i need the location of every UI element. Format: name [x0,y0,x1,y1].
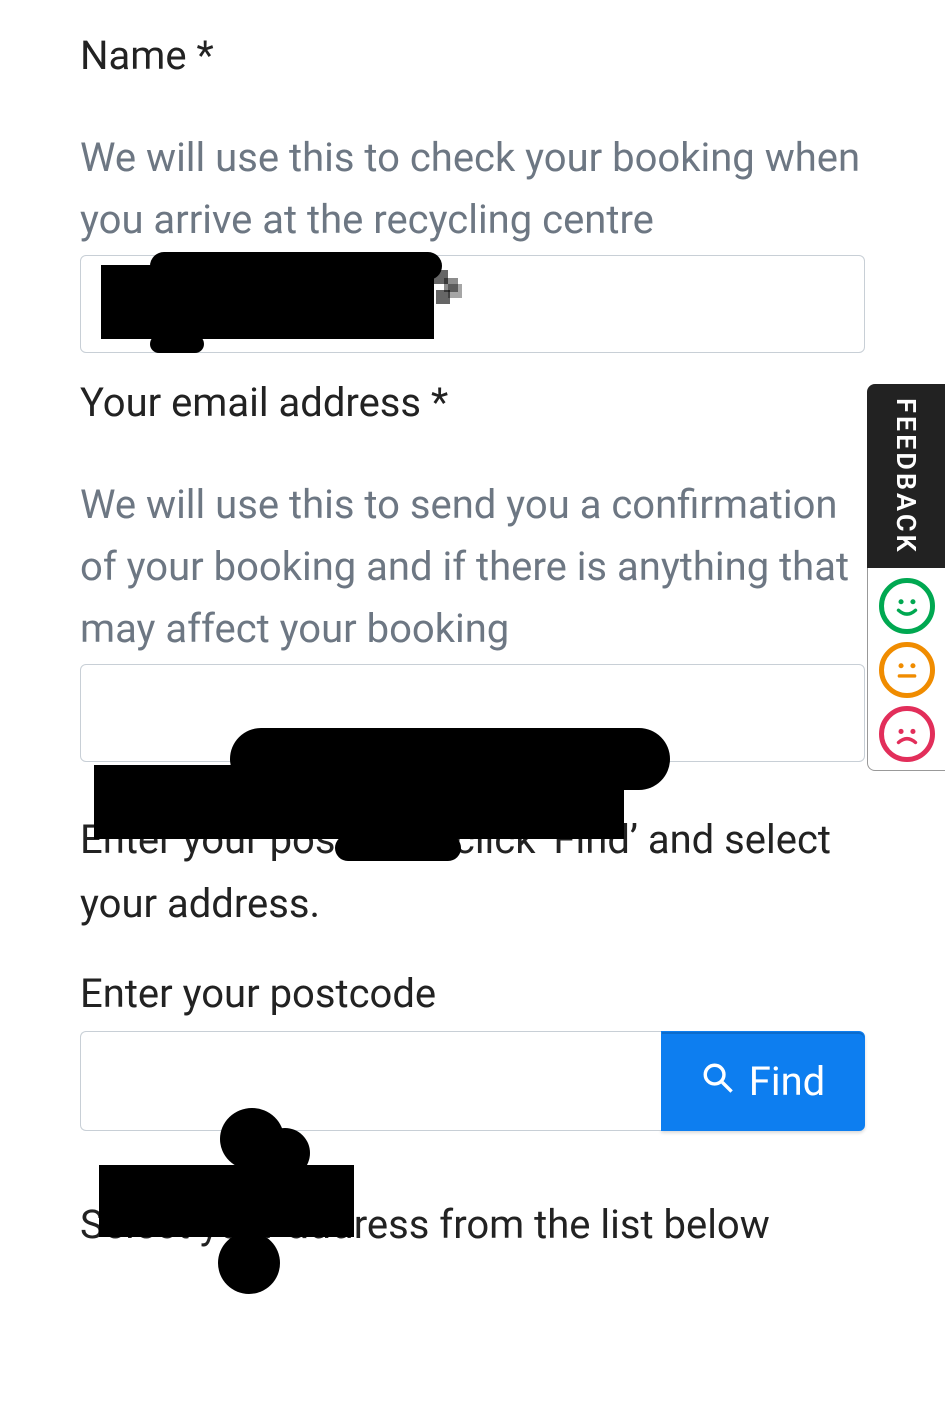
find-button[interactable]: Find [661,1031,865,1131]
redaction-email-drip [335,835,461,861]
name-label: Name * [80,32,865,79]
feedback-label-text: FEEDBACK [890,398,922,555]
feedback-tab: FEEDBACK [867,384,945,771]
feedback-neutral-icon[interactable] [879,642,935,698]
redaction-postcode [99,1165,354,1237]
feedback-faces [867,568,945,771]
feedback-happy-icon[interactable] [879,578,935,634]
postcode-input[interactable] [80,1031,661,1131]
search-icon [701,1058,735,1105]
postcode-row: Find [80,1031,865,1131]
email-label: Your email address * [80,379,865,426]
redaction-name-top [150,252,442,280]
email-hint: We will use this to send you a confirmat… [80,474,865,660]
feedback-sad-icon[interactable] [879,706,935,762]
find-button-label: Find [749,1058,825,1105]
postcode-label: Enter your postcode [80,970,865,1017]
redaction-email [94,765,624,839]
name-hint: We will use this to check your booking w… [80,127,865,251]
redaction-name-drip [150,335,204,353]
booking-form: Name * We will use this to check your bo… [0,0,945,1257]
redaction-postcode-drip [218,1232,280,1294]
feedback-label[interactable]: FEEDBACK [867,384,945,568]
